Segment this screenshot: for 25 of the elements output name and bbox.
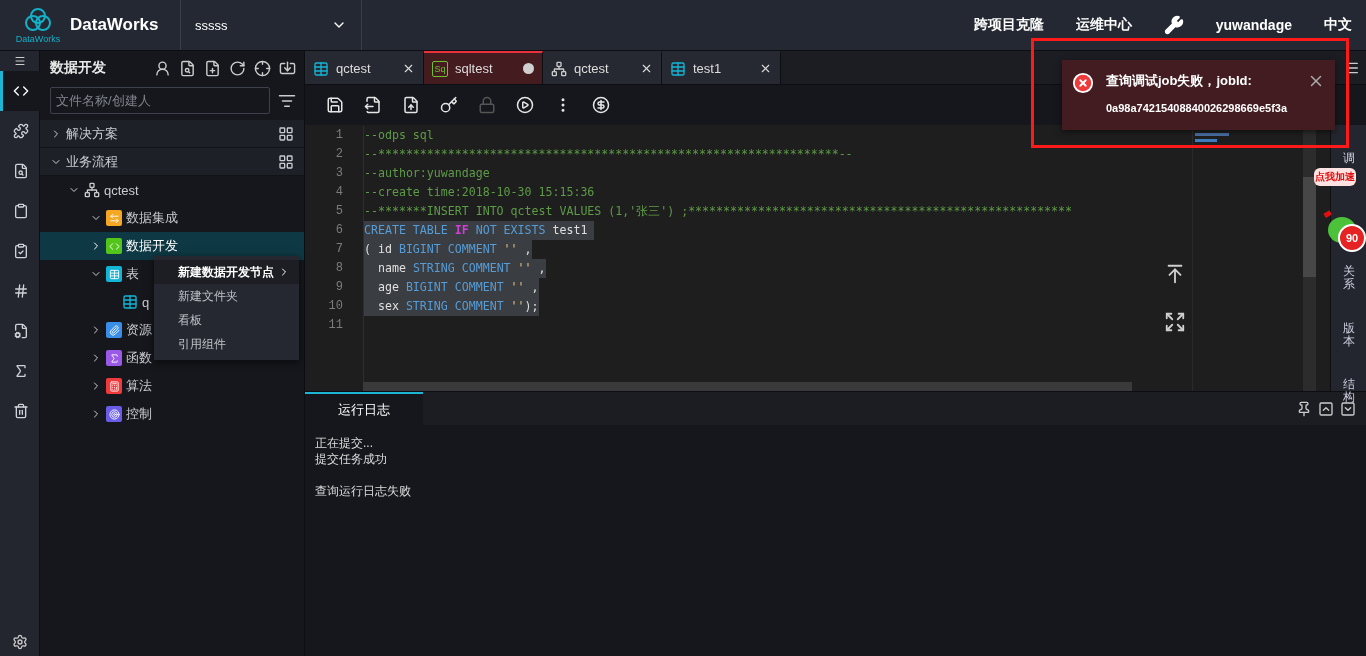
- log-line: 正在提交...: [315, 435, 374, 451]
- logo-caption: DataWorks: [15, 34, 61, 44]
- line-number: 8: [335, 260, 343, 277]
- line-number: 6: [335, 222, 343, 239]
- line-number: 5: [335, 203, 343, 220]
- sidebar-title: 数据开发: [50, 59, 106, 77]
- code-line: --*******INSERT INTO qctest VALUES (1,'张三') ;*******************************************************: [364, 203, 1073, 220]
- code-line: --******************************************************************--: [364, 146, 853, 163]
- code-line: --create time:2018-10-30 15:15:36: [364, 184, 595, 201]
- brand-name: DataWorks: [70, 15, 160, 35]
- line-number: 7: [335, 241, 343, 258]
- toast-title: 查询调试job失败，jobId:: [1106, 72, 1253, 90]
- line-number: 10: [328, 298, 343, 315]
- line-number: 2: [335, 146, 343, 163]
- line-number: 9: [335, 279, 343, 296]
- line-number: 11: [328, 317, 343, 334]
- line-number: 4: [335, 184, 343, 201]
- line-number: 3: [335, 165, 343, 182]
- code-line: --author:yuwandage: [364, 165, 490, 182]
- toast-detail: 0a98a74215408840026298669e5f3a: [1106, 102, 1288, 114]
- code-line: --odps sql: [364, 127, 434, 144]
- sql-file-icon: Sq: [432, 60, 448, 77]
- line-number: 1: [335, 127, 343, 144]
- log-line: 提交任务成功: [315, 451, 388, 467]
- log-line: 查询运行日志失败: [315, 483, 412, 499]
